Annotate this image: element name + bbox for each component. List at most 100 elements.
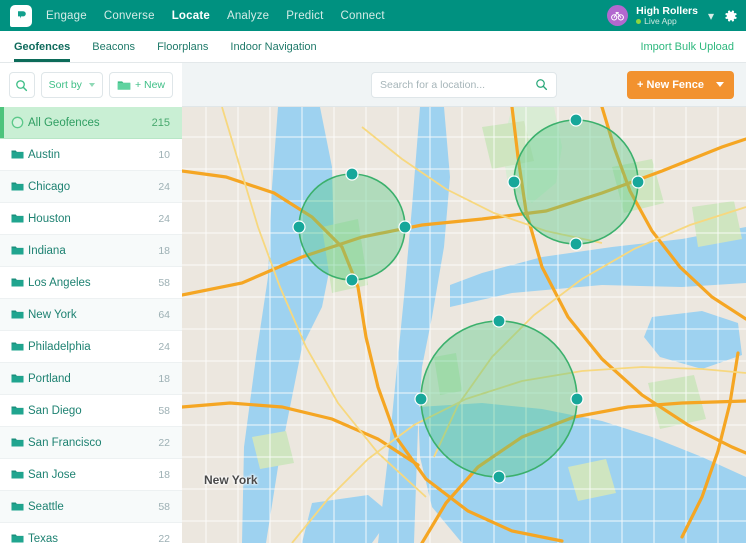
folder-icon [11,341,28,352]
main-nav: Engage Converse Locate Analyze Predict C… [46,10,385,22]
geofence-handle [569,113,583,127]
sidebar-item-philadelphia[interactable]: Philadelphia 24 [0,331,182,363]
geofence-handle [414,392,428,406]
account-status-label: Live App [644,15,677,26]
sidebar-item-indiana[interactable]: Indiana 18 [0,235,182,267]
folder-icon [11,437,28,448]
new-fence-label: + New Fence [637,78,704,91]
sidebar-item-label: Seattle [28,500,64,513]
sidebar-item-count: 22 [158,436,170,449]
nav-item-predict[interactable]: Predict [286,10,323,22]
avatar[interactable] [607,5,629,26]
folder-icon [11,277,28,288]
sidebar-item-count: 10 [158,148,170,161]
map-canvas[interactable]: New York [182,107,746,543]
sidebar-item-seattle[interactable]: Seattle 58 [0,491,182,523]
geofence-circle [420,320,578,478]
sidebar-item-all-geofences[interactable]: All Geofences 215 [0,107,182,139]
folder-icon [117,80,131,90]
sidebar-item-count: 24 [158,212,170,225]
sidebar-item-label: Houston [28,212,71,225]
sidebar-item-label: San Jose [28,468,76,481]
geofence-handle [631,175,645,189]
gear-icon[interactable] [724,9,738,23]
folder-icon [11,149,28,160]
sidebar-item-count: 58 [158,500,170,513]
sidebar-item-label: Portland [28,372,71,385]
sidebar-item-count: 58 [158,404,170,417]
folder-icon [11,501,28,512]
live-status-dot [636,19,642,25]
sidebar-search-button[interactable] [9,72,35,98]
geofence-circle [298,173,406,281]
sidebar-item-san-jose[interactable]: San Jose 18 [0,459,182,491]
sidebar-item-texas[interactable]: Texas 22 [0,523,182,543]
folder-icon [11,469,28,480]
geofence-app: Engage Converse Locate Analyze Predict C… [0,0,746,543]
geofence-handle [398,220,412,234]
geofence-sidebar: Sort by + New All Geofences 215 Austin 1… [0,63,182,543]
tab-indoor-navigation[interactable]: Indoor Navigation [230,31,316,62]
geofence-handle [492,314,506,328]
search-input[interactable] [380,78,535,91]
sidebar-item-austin[interactable]: Austin 10 [0,139,182,171]
tab-beacons[interactable]: Beacons [92,31,135,62]
chevron-down-icon[interactable]: ▾ [706,9,716,23]
folder-icon [11,309,28,320]
nav-item-analyze[interactable]: Analyze [227,10,269,22]
new-fence-button[interactable]: + New Fence [627,70,734,99]
sort-by-label: Sort by [48,79,82,91]
sort-by-dropdown[interactable]: Sort by [40,72,103,98]
map-city-label: New York [204,473,258,487]
sidebar-item-count: 22 [158,532,170,543]
sidebar-item-label: San Francisco [28,436,102,449]
caret-down-icon[interactable] [716,82,724,87]
sidebar-item-label: Austin [28,148,60,161]
account-status: Live App [636,15,698,27]
sidebar-item-label: Chicago [28,180,71,193]
tab-geofences[interactable]: Geofences [14,31,71,62]
sidebar-item-houston[interactable]: Houston 24 [0,203,182,235]
sidebar-item-count: 18 [158,244,170,257]
sidebar-item-count: 18 [158,468,170,481]
sidebar-toolbar: Sort by + New [0,63,182,107]
sidebar-item-label: Philadelphia [28,340,91,353]
sub-navigation-bar: Geofences Beacons Floorplans Indoor Navi… [0,31,746,63]
sidebar-item-los-angeles[interactable]: Los Angeles 58 [0,267,182,299]
geofence-handle [507,175,521,189]
sidebar-item-new-york[interactable]: New York 64 [0,299,182,331]
sub-tabs: Geofences Beacons Floorplans Indoor Navi… [14,31,317,62]
nav-item-locate[interactable]: Locate [172,10,210,22]
nav-item-connect[interactable]: Connect [341,10,385,22]
account-area: High Rollers Live App ▾ [607,0,738,31]
map-panel: + New Fence [182,63,746,543]
geofence-folder-list[interactable]: All Geofences 215 Austin 10 Chicago 24 H… [0,107,182,543]
account-info: High Rollers Live App [636,5,698,27]
speech-bubble-logo[interactable] [10,4,32,27]
folder-icon [11,373,28,384]
geofence-handle [292,220,306,234]
map-toolbar: + New Fence [182,63,746,107]
import-bulk-upload-link[interactable]: Import Bulk Upload [640,41,734,53]
new-folder-label: + New [134,79,165,91]
account-name: High Rollers [636,4,698,17]
sidebar-item-count: 24 [158,340,170,353]
sidebar-item-chicago[interactable]: Chicago 24 [0,171,182,203]
nav-item-converse[interactable]: Converse [104,10,155,22]
sidebar-item-count: 24 [158,180,170,193]
search-icon [16,79,28,91]
sidebar-item-san-francisco[interactable]: San Francisco 22 [0,427,182,459]
sidebar-item-label: San Diego [28,404,82,417]
new-folder-button[interactable]: + New [108,72,173,98]
tab-floorplans[interactable]: Floorplans [157,31,208,62]
location-search[interactable] [371,71,557,98]
geofence-handle [345,167,359,181]
folder-icon [11,213,28,224]
nav-item-engage[interactable]: Engage [46,10,87,22]
sidebar-item-portland[interactable]: Portland 18 [0,363,182,395]
sidebar-item-san-diego[interactable]: San Diego 58 [0,395,182,427]
circle-outline-icon [11,116,28,129]
geofence-handle [492,470,506,484]
caret-down-icon [88,83,95,87]
sidebar-item-label: Texas [28,532,59,543]
